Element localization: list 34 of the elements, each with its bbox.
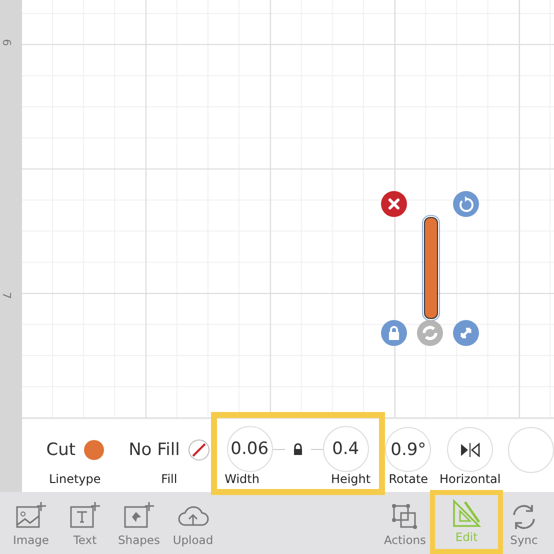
flip-label: Horizontal	[439, 472, 501, 486]
text-icon	[69, 501, 101, 531]
shapes-tool[interactable]: Shapes	[112, 493, 166, 554]
linetype-color-dot[interactable]	[84, 440, 104, 460]
ruler-label: 7	[0, 292, 13, 299]
rounded-bar-shape[interactable]	[424, 217, 438, 319]
shapes-icon	[123, 501, 155, 531]
rotate-handle[interactable]	[453, 191, 479, 217]
actions-tool[interactable]: Actions	[380, 493, 430, 554]
no-fill-icon[interactable]	[188, 438, 210, 460]
text-tool[interactable]: Text	[58, 493, 112, 554]
fill-label: Fill	[161, 472, 178, 486]
delete-handle[interactable]	[381, 191, 407, 217]
height-field[interactable]: 0.4	[322, 426, 369, 472]
ruler-label: 6	[0, 39, 13, 46]
edit-icon	[450, 498, 482, 528]
height-label: Height	[330, 472, 371, 486]
image-tool[interactable]: Image	[4, 493, 58, 554]
more-field[interactable]	[508, 427, 554, 473]
rotate-label: Rotate	[388, 472, 428, 486]
flip-horizontal-icon	[460, 442, 480, 458]
width-label: Width	[224, 472, 260, 486]
rotate-field[interactable]: 0.9°	[385, 427, 432, 472]
image-icon	[15, 501, 47, 531]
flip-horizontal-button[interactable]	[447, 427, 494, 472]
resize-handle[interactable]	[453, 320, 479, 346]
sync-handle[interactable]	[417, 320, 443, 346]
upload-tool[interactable]: Upload	[166, 493, 220, 554]
lock-handle[interactable]	[381, 320, 407, 346]
linetype-value[interactable]: Cut	[46, 440, 76, 460]
linetype-label: Linetype	[48, 472, 101, 486]
sync-tool[interactable]: Sync	[503, 493, 545, 554]
fill-value[interactable]: No Fill	[128, 440, 180, 460]
width-field[interactable]: 0.06	[226, 426, 273, 472]
